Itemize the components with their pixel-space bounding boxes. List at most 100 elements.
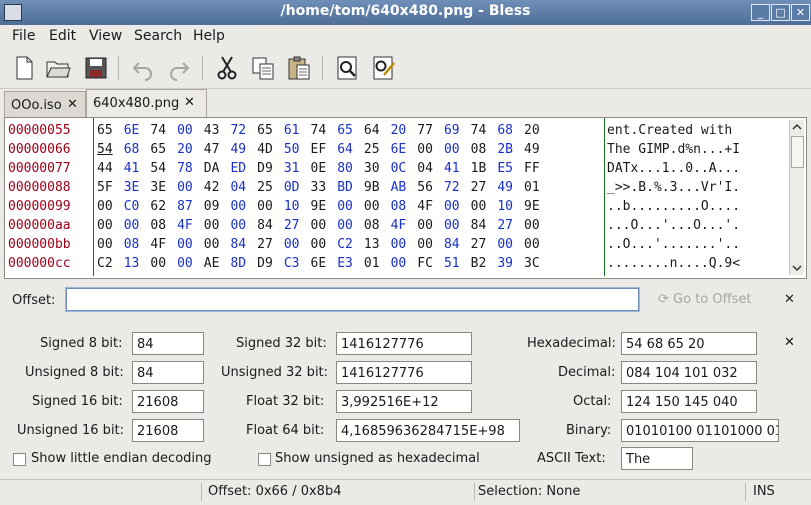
hex-byte[interactable]: 00 [124, 216, 151, 235]
hex-byte[interactable]: 00 [417, 216, 444, 235]
scroll-down-icon[interactable] [790, 261, 804, 275]
hex-byte[interactable]: 65 [150, 140, 177, 159]
hex-byte[interactable]: 84 [257, 216, 284, 235]
hex-byte[interactable]: 00 [444, 140, 471, 159]
hex-byte[interactable]: 31 [284, 159, 311, 178]
hex-byte[interactable]: 08 [391, 197, 418, 216]
hex-byte[interactable]: 4F [417, 197, 444, 216]
offset-input[interactable] [66, 288, 639, 311]
hex-byte[interactable]: 04 [417, 159, 444, 178]
hex-byte[interactable]: 1B [471, 159, 498, 178]
hex-byte[interactable]: 10 [497, 197, 524, 216]
hex-byte[interactable]: 00 [97, 197, 124, 216]
ascii-row[interactable]: ent.Created with [607, 121, 740, 140]
hex-byte[interactable]: 78 [177, 159, 204, 178]
hex-byte[interactable]: 20 [391, 121, 418, 140]
hex-byte[interactable]: 43 [204, 121, 231, 140]
hex-row[interactable]: 00 08 4F 00 00 84 27 00 00 C2 13 00 00 84 27 00 00 [97, 235, 551, 254]
ascii-row[interactable]: The GIMP.d%n...+I [607, 140, 740, 159]
ascii-row[interactable]: ..O...'.......'.. [607, 235, 740, 254]
ascii-row[interactable]: ........n....Q.9< [607, 254, 740, 273]
close-conversion-table-icon[interactable]: ✕ [784, 335, 795, 350]
hex-byte[interactable]: 5F [97, 178, 124, 197]
hex-byte[interactable]: 13 [364, 235, 391, 254]
ascii-row[interactable]: ...O...'...O...'. [607, 216, 740, 235]
hex-byte[interactable]: 49 [524, 140, 551, 159]
hex-byte[interactable]: 01 [524, 178, 551, 197]
hex-byte[interactable]: EF [311, 140, 338, 159]
hex-byte[interactable]: DA [204, 159, 231, 178]
hex-byte[interactable]: 9B [364, 178, 391, 197]
hex-byte[interactable]: 10 [284, 197, 311, 216]
hex-byte[interactable]: E5 [497, 159, 524, 178]
hex-byte[interactable]: 9E [524, 197, 551, 216]
hex-byte[interactable]: 84 [444, 235, 471, 254]
hex-byte[interactable]: 00 [177, 178, 204, 197]
hex-byte[interactable]: 00 [444, 197, 471, 216]
hex-byte[interactable]: ED [230, 159, 257, 178]
unsigned-8-field[interactable]: 84 [132, 361, 204, 384]
hex-byte[interactable]: 00 [257, 197, 284, 216]
menu-search[interactable]: Search [134, 28, 182, 44]
hex-byte[interactable]: 0D [284, 178, 311, 197]
hex-byte[interactable]: 80 [337, 159, 364, 178]
unsigned-16-field[interactable]: 21608 [132, 419, 204, 442]
hex-byte[interactable]: 33 [311, 178, 338, 197]
open-folder-icon[interactable] [44, 54, 72, 82]
hex-byte[interactable]: 74 [471, 121, 498, 140]
octal-field[interactable]: 124 150 145 040 [621, 390, 757, 413]
hex-byte[interactable]: 00 [97, 235, 124, 254]
hex-byte[interactable]: 00 [204, 216, 231, 235]
menu-help[interactable]: Help [193, 28, 225, 44]
hex-byte[interactable]: 2B [497, 140, 524, 159]
menu-view[interactable]: View [89, 28, 122, 44]
hex-byte[interactable]: 00 [177, 235, 204, 254]
hex-byte[interactable]: 65 [337, 121, 364, 140]
hex-byte[interactable]: 9E [311, 197, 338, 216]
unsigned-32-field[interactable]: 1416127776 [336, 361, 472, 384]
hex-byte[interactable]: 62 [150, 197, 177, 216]
vertical-scrollbar[interactable] [789, 120, 804, 275]
hex-byte[interactable]: 00 [524, 235, 551, 254]
find-replace-icon[interactable] [370, 54, 398, 82]
hex-byte[interactable]: 27 [284, 216, 311, 235]
hex-byte[interactable]: 01 [364, 254, 391, 273]
hex-byte[interactable]: 00 [337, 197, 364, 216]
hex-byte[interactable]: 20 [524, 121, 551, 140]
hex-byte[interactable]: 00 [150, 254, 177, 273]
hex-byte[interactable]: 25 [257, 178, 284, 197]
hex-row[interactable]: 00 00 08 4F 00 00 84 27 00 00 08 4F 00 00 84 27 00 [97, 216, 551, 235]
hex-byte[interactable]: 39 [497, 254, 524, 273]
hex-byte[interactable]: 08 [124, 235, 151, 254]
hex-byte[interactable]: C2 [337, 235, 364, 254]
hex-byte[interactable]: 68 [124, 140, 151, 159]
hex-byte[interactable]: 00 [97, 216, 124, 235]
hex-column[interactable]: 65 6E 74 00 43 72 65 61 74 65 64 20 77 69 74 68 20 54 68 65… [97, 121, 551, 273]
new-file-icon[interactable] [10, 54, 38, 82]
redo-icon[interactable] [165, 54, 193, 82]
hex-byte[interactable]: 08 [150, 216, 177, 235]
hex-byte[interactable]: FF [524, 159, 551, 178]
hex-byte[interactable]: 54 [150, 159, 177, 178]
hex-row[interactable]: 00 C0 62 87 09 00 00 10 9E 00 00 08 4F 00 00 10 9E [97, 197, 551, 216]
close-offset-bar-icon[interactable]: ✕ [784, 292, 795, 307]
hex-byte[interactable]: 0E [311, 159, 338, 178]
hex-byte[interactable]: 61 [284, 121, 311, 140]
close-tab-icon[interactable]: ✕ [67, 97, 78, 112]
menu-edit[interactable]: Edit [49, 28, 76, 44]
hex-byte[interactable]: 54 [97, 140, 124, 159]
hex-byte[interactable]: C3 [284, 254, 311, 273]
goto-offset-button[interactable]: ⟳ Go to Offset [658, 292, 751, 307]
hex-byte[interactable]: 41 [444, 159, 471, 178]
hex-byte[interactable]: 6E [311, 254, 338, 273]
ascii-row[interactable]: DATx...1..0..A... [607, 159, 740, 178]
float-64-field[interactable]: 4,16859636284715E+98 [336, 419, 520, 442]
close-window-button[interactable]: ✕ [791, 4, 810, 21]
hex-byte[interactable]: 00 [417, 235, 444, 254]
signed-8-field[interactable]: 84 [132, 332, 204, 355]
hex-byte[interactable]: 00 [177, 121, 204, 140]
ascii-text-field[interactable]: The [621, 447, 693, 470]
hex-byte[interactable]: 72 [444, 178, 471, 197]
hex-byte[interactable]: 0C [391, 159, 418, 178]
hex-byte[interactable]: 64 [337, 140, 364, 159]
